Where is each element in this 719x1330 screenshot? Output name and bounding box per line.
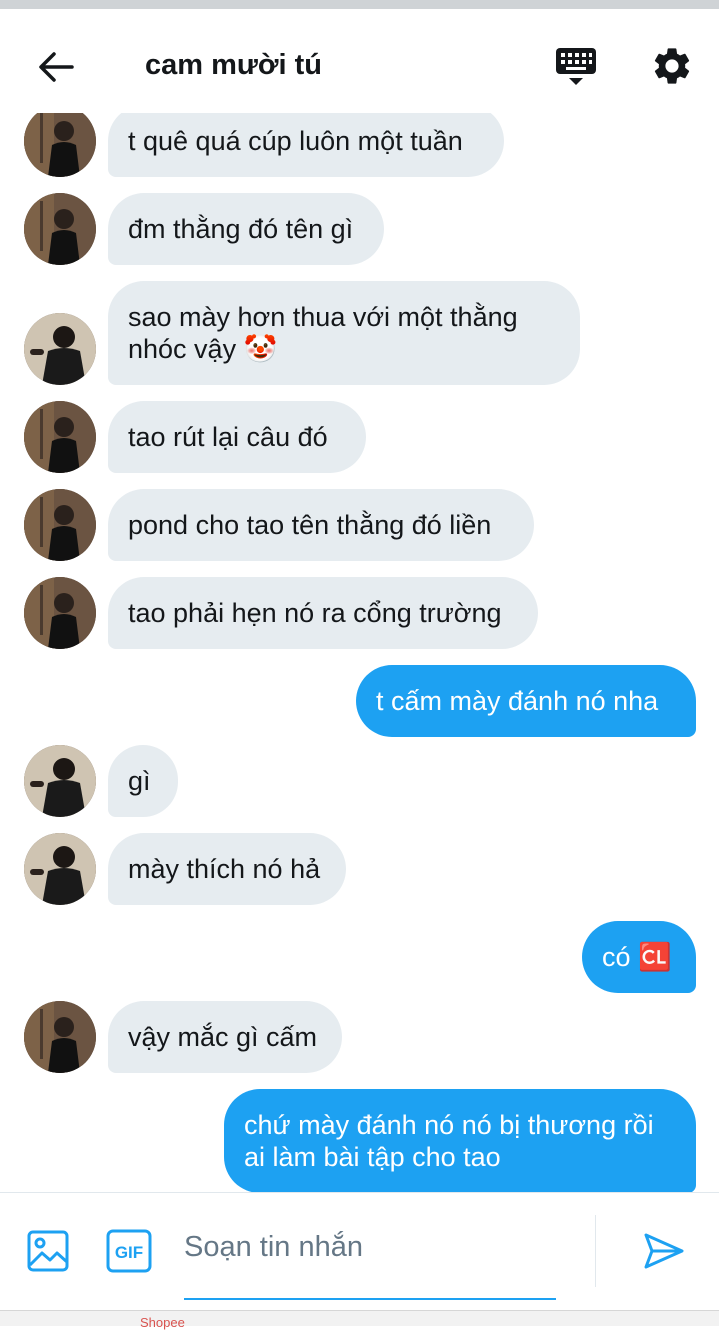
back-button[interactable] (34, 47, 78, 87)
message-text: tao rút lại câu đó (128, 422, 328, 452)
banner-text: Shopee (140, 1315, 185, 1330)
message-row: sao mày hơn thua với một thằng nhóc vậy … (0, 281, 719, 385)
bottom-banner: Shopee (0, 1310, 719, 1330)
avatar[interactable] (24, 489, 96, 561)
message-row: pond cho tao tên thằng đó liền (0, 489, 719, 561)
message-row: vậy mắc gì cấm (0, 1001, 719, 1073)
message-composer: GIF (0, 1192, 719, 1311)
avatar[interactable] (24, 833, 96, 905)
message-text: sao mày hơn thua với một thằng nhóc vậy … (128, 302, 518, 364)
message-row: tao rút lại câu đó (0, 401, 719, 473)
message-row: chứ mày đánh nó nó bị thương rồi ai làm … (0, 1089, 719, 1192)
keyboard-button[interactable] (554, 45, 598, 89)
message-row: tao phải hẹn nó ra cổng trường (0, 577, 719, 649)
avatar[interactable] (24, 193, 96, 265)
gif-label: GIF (115, 1243, 143, 1262)
incoming-message-bubble[interactable]: đm thằng đó tên gì (108, 193, 384, 265)
message-row: đm thằng đó tên gì (0, 193, 719, 265)
add-gif-button[interactable]: GIF (106, 1229, 152, 1273)
incoming-message-bubble[interactable]: gì (108, 745, 178, 817)
message-text: pond cho tao tên thằng đó liền (128, 510, 492, 540)
avatar[interactable] (24, 313, 96, 385)
message-text: gì (128, 766, 151, 796)
message-row: mày thích nó hả (0, 833, 719, 905)
incoming-message-bubble[interactable]: tao phải hẹn nó ra cổng trường (108, 577, 538, 649)
send-button[interactable] (642, 1229, 686, 1273)
gear-icon (654, 48, 690, 84)
message-text: t cấm mày đánh nó nha (376, 686, 659, 716)
avatar[interactable] (24, 113, 96, 177)
settings-button[interactable] (650, 44, 694, 88)
message-row: t cấm mày đánh nó nha (0, 665, 719, 737)
message-row: có 🆑 (0, 921, 719, 993)
input-underline (184, 1298, 556, 1300)
incoming-message-bubble[interactable]: mày thích nó hả (108, 833, 346, 905)
message-text: mày thích nó hả (128, 854, 321, 884)
message-text: t quê quá cúp luôn một tuần (128, 126, 463, 156)
avatar[interactable] (24, 577, 96, 649)
gif-icon: GIF (106, 1229, 152, 1273)
incoming-message-bubble[interactable]: pond cho tao tên thằng đó liền (108, 489, 534, 561)
outgoing-message-bubble[interactable]: chứ mày đánh nó nó bị thương rồi ai làm … (224, 1089, 696, 1192)
incoming-message-bubble[interactable]: sao mày hơn thua với một thằng nhóc vậy … (108, 281, 580, 385)
incoming-message-bubble[interactable]: tao rút lại câu đó (108, 401, 366, 473)
conversation-title: cam mười tú (145, 49, 322, 81)
arrow-left-icon (39, 52, 74, 82)
message-text: đm thằng đó tên gì (128, 214, 354, 244)
incoming-message-bubble[interactable]: t quê quá cúp luôn một tuần (108, 113, 504, 177)
message-input[interactable] (184, 1223, 556, 1271)
chat-header: cam mười tú (0, 9, 719, 113)
incoming-message-bubble[interactable]: vậy mắc gì cấm (108, 1001, 342, 1073)
avatar[interactable] (24, 401, 96, 473)
message-row: t quê quá cúp luôn một tuần (0, 113, 719, 177)
outgoing-message-bubble[interactable]: có 🆑 (582, 921, 696, 993)
message-row: gì (0, 745, 719, 817)
message-text: vậy mắc gì cấm (128, 1022, 318, 1052)
avatar[interactable] (24, 745, 96, 817)
message-text: tao phải hẹn nó ra cổng trường (128, 598, 502, 628)
message-list[interactable]: t quê quá cúp luôn một tuần đm thằng đó … (0, 113, 719, 1192)
image-icon (27, 1230, 69, 1272)
send-icon (644, 1233, 684, 1269)
composer-divider (595, 1215, 596, 1287)
outgoing-message-bubble[interactable]: t cấm mày đánh nó nha (356, 665, 696, 737)
add-image-button[interactable] (26, 1229, 70, 1273)
status-bar-strip (0, 0, 719, 9)
keyboard-icon (556, 48, 596, 85)
avatar[interactable] (24, 1001, 96, 1073)
message-text: có 🆑 (602, 942, 672, 972)
message-text: chứ mày đánh nó nó bị thương rồi ai làm … (244, 1110, 654, 1172)
